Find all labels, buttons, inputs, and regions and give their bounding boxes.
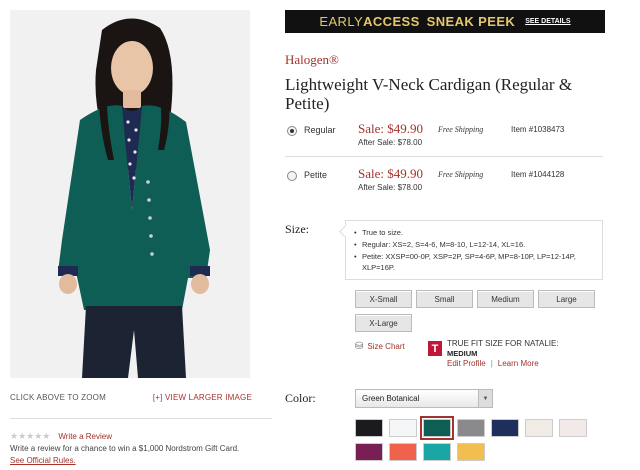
color-select[interactable]: Green Botanical ▼ (355, 389, 493, 408)
size-xlarge-button[interactable]: X-Large (355, 314, 412, 332)
sale-price: Sale: $49.90 (358, 166, 423, 181)
banner-access: ACCESS (363, 14, 420, 29)
item-number: Item #1044128 (511, 170, 565, 179)
after-sale-price: After Sale: $78.00 (358, 183, 423, 192)
free-shipping-text: Free Shipping (438, 125, 484, 134)
see-details-link[interactable]: SEE DETAILS (525, 18, 570, 25)
early-access-banner[interactable]: EARLY ACCESS SNEAK PEEK SEE DETAILS (285, 10, 605, 33)
variant-regular[interactable]: Regular Sale: $49.90 After Sale: $78.00 … (285, 121, 603, 157)
learn-more-link[interactable]: Learn More (498, 359, 539, 368)
product-image[interactable] (10, 10, 250, 378)
fit-notes-box: True to size. Regular: XS=2, S=4-6, M=8-… (345, 220, 603, 280)
size-small-button[interactable]: Small (416, 290, 473, 308)
sale-price: Sale: $49.90 (358, 121, 423, 136)
size-xsmall-button[interactable]: X-Small (355, 290, 412, 308)
truefit-size: MEDIUM (447, 349, 478, 358)
divider (10, 418, 272, 419)
fit-note: Petite: XXSP=00-0P, XSP=2P, SP=4-6P, MP=… (354, 251, 594, 273)
model-illustration (10, 10, 250, 378)
swatch-grey[interactable] (457, 419, 485, 437)
view-larger-image-link[interactable]: [+] VIEW LARGER IMAGE (153, 393, 252, 402)
variant-label: Regular (304, 125, 336, 135)
variant-petite-radio[interactable] (287, 171, 297, 181)
swatch-navy[interactable] (491, 419, 519, 437)
fit-note: True to size. (354, 227, 594, 238)
link-separator: | (490, 359, 493, 368)
color-label: Color: (285, 391, 316, 405)
official-rules-link[interactable]: See Official Rules. (10, 456, 76, 465)
banner-early: EARLY (319, 14, 364, 29)
review-promo-text: Write a review for a chance to win a $1,… (10, 444, 240, 453)
product-title: Lightweight V-Neck Cardigan (Regular & P… (285, 75, 573, 113)
write-review-link[interactable]: Write a Review (58, 432, 112, 441)
swatch-plum-dot[interactable] (355, 443, 383, 461)
swatch-green-botanical[interactable] (420, 416, 454, 440)
item-number: Item #1038473 (511, 125, 565, 134)
swatch-ivory[interactable] (525, 419, 553, 437)
zoom-hint: CLICK ABOVE TO ZOOM (10, 393, 106, 402)
swatch-blush[interactable] (559, 419, 587, 437)
color-select-value: Green Botanical (362, 394, 420, 403)
size-chart-link[interactable]: ⛁ Size Chart (355, 341, 405, 352)
after-sale-price: After Sale: $78.00 (358, 138, 423, 147)
truefit-logo: T (428, 341, 442, 356)
brand-link[interactable]: Halogen® (285, 52, 339, 68)
swatch-teal[interactable] (423, 443, 451, 461)
edit-profile-link[interactable]: Edit Profile (447, 359, 486, 368)
size-label: Size: (285, 222, 309, 236)
truefit-title: TRUE FIT SIZE FOR NATALIE: (447, 339, 559, 348)
fit-note: Regular: XS=2, S=4-6, M=8-10, L=12-14, X… (354, 239, 594, 250)
divider (285, 156, 603, 157)
banner-sneak-peek: SNEAK PEEK (426, 14, 516, 29)
swatch-white-dots[interactable] (389, 419, 417, 437)
size-chart-label: Size Chart (367, 342, 405, 351)
chevron-down-icon: ▼ (478, 390, 492, 407)
variant-regular-radio[interactable] (287, 126, 297, 136)
rating-stars: ★★★★★ (10, 431, 51, 441)
size-large-button[interactable]: Large (538, 290, 595, 308)
swatch-coral[interactable] (389, 443, 417, 461)
swatch-black[interactable] (355, 419, 383, 437)
swatch-mustard[interactable] (457, 443, 485, 461)
size-medium-button[interactable]: Medium (477, 290, 534, 308)
variant-petite[interactable]: Petite Sale: $49.90 After Sale: $78.00 F… (285, 166, 603, 202)
variant-label: Petite (304, 170, 328, 180)
free-shipping-text: Free Shipping (438, 170, 484, 179)
size-chart-icon: ⛁ (355, 341, 364, 352)
